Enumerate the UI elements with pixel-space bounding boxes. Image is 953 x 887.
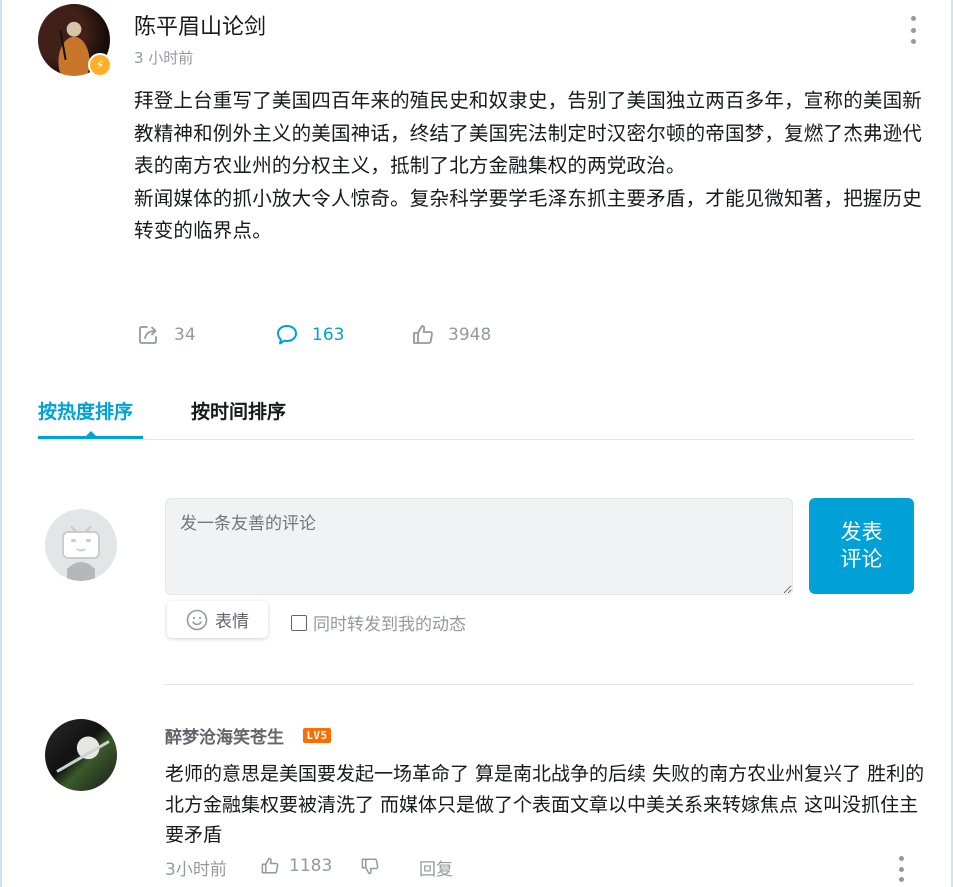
- sort-tabs: 按热度排序 按时间排序: [38, 397, 914, 440]
- comment-count: 163: [312, 325, 345, 345]
- comment-input[interactable]: [165, 498, 793, 595]
- repost-checkbox[interactable]: [291, 614, 307, 631]
- dislike-icon: [361, 858, 379, 875]
- reply-dislike-button[interactable]: [359, 855, 381, 877]
- comment-button[interactable]: 163: [274, 322, 344, 348]
- submit-comment-button[interactable]: 发表评论: [809, 498, 914, 594]
- like-count: 3948: [448, 325, 492, 345]
- reply-user-avatar[interactable]: [45, 719, 117, 791]
- tv-mascot-icon: [62, 525, 100, 581]
- like-icon: [413, 325, 433, 344]
- emoji-button[interactable]: 表情: [167, 601, 268, 638]
- post-body: 拜登上台重写了美国四百年来的殖民史和奴隶史，告别了美国独立两百多年，宣称的美国新…: [134, 85, 924, 248]
- repost-to-dynamic-option[interactable]: 同时转发到我的动态: [291, 610, 466, 635]
- share-icon: [139, 326, 157, 344]
- reply-like-button[interactable]: 1183: [259, 855, 332, 877]
- window-left-border: [0, 0, 2, 887]
- reply-button[interactable]: 回复: [419, 855, 453, 880]
- reply-time: 3小时前: [165, 860, 227, 880]
- active-tab-underline: [38, 436, 143, 439]
- more-vertical-icon[interactable]: [906, 16, 920, 44]
- verify-badge-icon: ⚡: [88, 53, 112, 77]
- reply-text: 老师的意思是美国要发起一场革命了 算是南北战争的后续 失败的南方农业州复兴了 胜…: [165, 763, 925, 846]
- repost-label: 同时转发到我的动态: [313, 615, 466, 635]
- author-name[interactable]: 陈平眉山论剑: [134, 9, 266, 41]
- tab-sort-by-hot[interactable]: 按热度排序: [38, 397, 133, 424]
- emoji-label: 表情: [215, 612, 249, 632]
- tab-sort-by-time[interactable]: 按时间排序: [191, 397, 286, 424]
- share-count: 34: [174, 325, 196, 345]
- emoji-icon: [186, 609, 208, 630]
- user-level-badge: LV5: [303, 728, 331, 743]
- like-button[interactable]: 3948: [410, 322, 491, 348]
- comment-icon: [277, 325, 297, 345]
- divider: [165, 684, 914, 685]
- share-button[interactable]: 34: [136, 322, 196, 348]
- more-vertical-icon[interactable]: [895, 856, 907, 882]
- reply-like-count: 1183: [289, 856, 333, 876]
- current-user-avatar: [45, 509, 117, 581]
- reply-username[interactable]: 醉梦沧海笑苍生: [165, 723, 284, 748]
- like-icon: [261, 857, 279, 874]
- post-paragraph: 拜登上台重写了美国四百年来的殖民史和奴隶史，告别了美国独立两百多年，宣称的美国新…: [134, 89, 923, 177]
- post-paragraph: 新闻媒体的抓小放大令人惊奇。复杂科学要学毛泽东抓主要矛盾，才能见微知著，把握历史…: [134, 186, 923, 243]
- post-time: 3 小时前: [134, 49, 194, 67]
